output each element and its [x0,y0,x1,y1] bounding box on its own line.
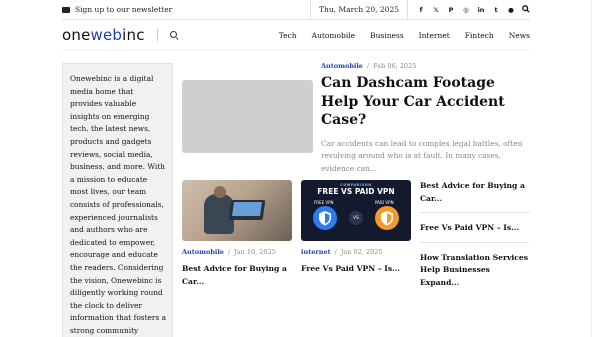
featured-excerpt: Car accidents can lead to complex legal … [321,138,523,173]
card-meta: Automobile / Jan 10, 2025 [182,248,292,256]
article-card: COMPARISON FREE VS PAID VPN FREE VPN PAI… [301,180,411,276]
list-item: Best Advice for Buying a Car... [420,180,529,213]
featured-meta: Automobile / Feb 06, 2025 [321,62,531,70]
topbar-right: Thu, March 20, 2025 f 𝕏 P ◎ in t ● [310,0,530,19]
linkedin-icon[interactable]: in [477,6,485,14]
header-search-icon[interactable] [169,30,179,40]
nav-item-news[interactable]: News [509,31,530,40]
newsletter-label[interactable]: Sign up to our newsletter [75,5,172,14]
category-link[interactable]: Automobile [321,62,363,70]
post-date: Jan 10, 2025 [234,248,276,256]
post-date: Feb 06, 2025 [373,62,417,70]
list-item: Free Vs Paid VPN – Is... [420,222,529,243]
tumblr-icon[interactable]: t [492,6,500,14]
nav-item-automobile[interactable]: Automobile [312,31,355,40]
card-title[interactable]: Free Vs Paid VPN – Is... [301,263,411,276]
related-list: Best Advice for Buying a Car... Free Vs … [420,180,529,305]
nav-item-internet[interactable]: Internet [419,31,450,40]
paid-vpn-shield-icon [375,206,399,230]
vpn-banner-headline: FREE VS PAID VPN [317,187,395,196]
vpn-paid-label: PAID VPN [375,200,394,205]
site-header: onewebinc Tech Automobile Business Inter… [62,20,530,51]
nav-item-fintech[interactable]: Fintech [465,31,494,40]
featured-title[interactable]: Can Dashcam Footage Help Your Car Accide… [321,74,531,130]
main-nav: Tech Automobile Business Internet Fintec… [279,31,530,40]
list-item-title[interactable]: Best Advice for Buying a Car... [420,180,529,205]
featured-image-placeholder[interactable] [182,80,313,153]
pinterest-icon[interactable]: P [447,6,455,14]
instagram-icon[interactable]: ◎ [462,6,470,14]
social-links: f 𝕏 P ◎ in t ● [408,4,530,15]
vpn-free-label: FREE VPN [314,200,334,205]
twitter-icon[interactable]: 𝕏 [432,6,440,14]
free-vpn-shield-icon [313,206,337,230]
post-date: Jan 02, 2025 [340,248,383,256]
search-icon[interactable] [522,4,530,15]
list-item-title[interactable]: How Translation Services Help Businesses… [420,252,529,290]
meta-separator: / [334,248,337,256]
nav-item-tech[interactable]: Tech [279,31,297,40]
envelope-icon [62,6,70,13]
vs-badge: VS [349,211,363,225]
laptop-screen [232,202,262,216]
list-item-title[interactable]: Free Vs Paid VPN – Is... [420,222,529,235]
card-meta: internet / Jan 02, 2025 [301,248,411,256]
site-logo[interactable]: onewebinc [62,26,145,44]
reddit-icon[interactable]: ● [507,6,515,14]
meta-separator: / [227,248,231,256]
about-text: Onewebinc is a digital media home that p… [70,74,167,335]
top-bar: Sign up to our newsletter Thu, March 20,… [62,0,530,20]
card-title[interactable]: Best Advice for Buying a Car... [182,263,292,288]
article-card: Automobile / Jan 10, 2025 Best Advice fo… [182,180,292,288]
vpn-banner: COMPARISON FREE VS PAID VPN [301,183,411,196]
list-item: How Translation Services Help Businesses… [420,252,529,297]
meta-separator: / [366,62,370,70]
nav-item-business[interactable]: Business [370,31,404,40]
card-image-laptop[interactable] [182,180,292,241]
head-shape [214,186,226,198]
featured-article: Automobile / Feb 06, 2025 Can Dashcam Fo… [321,62,531,191]
current-date: Thu, March 20, 2025 [310,0,408,19]
category-link[interactable]: internet [301,248,331,256]
header-divider [156,29,158,41]
about-sidebar: Onewebinc is a digital media home that p… [62,63,173,337]
category-link[interactable]: Automobile [182,248,224,256]
newsletter-link[interactable]: Sign up to our newsletter [62,5,172,14]
card-image-vpn[interactable]: COMPARISON FREE VS PAID VPN FREE VPN PAI… [301,180,411,241]
facebook-icon[interactable]: f [417,6,425,14]
